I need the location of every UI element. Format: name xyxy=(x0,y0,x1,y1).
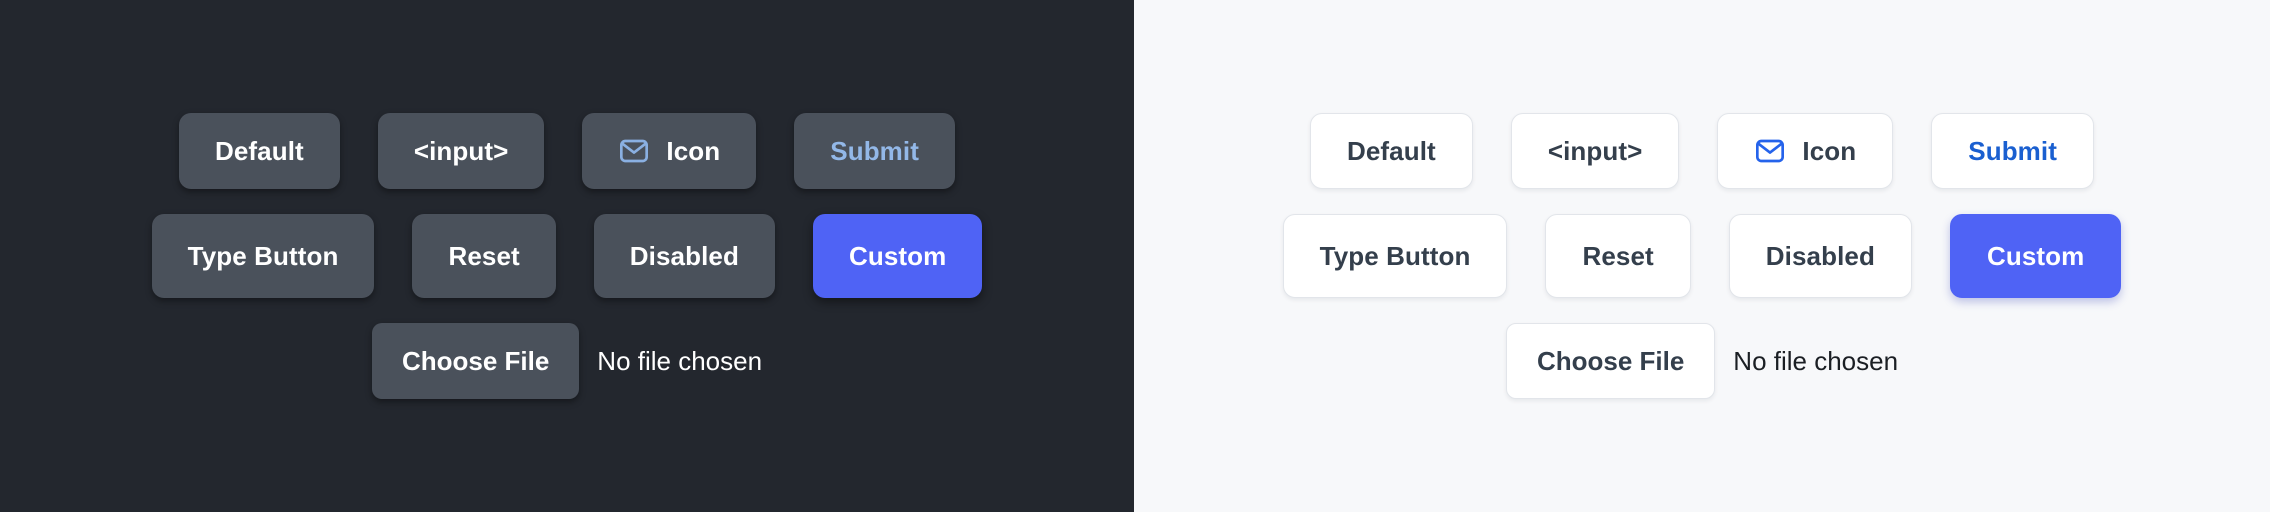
type-button-label: Type Button xyxy=(1319,241,1471,271)
choose-file-button[interactable]: Choose File xyxy=(371,323,580,399)
default-button-label: Default xyxy=(214,136,304,166)
input-button[interactable]: <input> xyxy=(1510,113,1680,189)
default-button-label: Default xyxy=(1346,136,1436,166)
dark-button-row-2: Type Button Reset Disabled Custom xyxy=(151,214,983,298)
reset-button-label: Reset xyxy=(448,241,520,271)
icon-button-label: Icon xyxy=(666,136,721,166)
dark-button-stack: Default <input> Icon Submit Type Button … xyxy=(0,0,1134,512)
dark-file-input-row: Choose File No file chosen xyxy=(371,323,763,399)
light-button-row-1: Default <input> Icon Submit xyxy=(1309,113,2094,189)
default-button[interactable]: Default xyxy=(178,113,340,189)
icon-button-label: Icon xyxy=(1802,136,1857,166)
light-button-stack: Default <input> Icon Submit Type Button … xyxy=(1134,0,2270,512)
disabled-button-label: Disabled xyxy=(629,241,739,271)
type-button-label: Type Button xyxy=(187,241,339,271)
input-button[interactable]: <input> xyxy=(377,113,545,189)
submit-button-label: Submit xyxy=(830,136,919,166)
input-button-label: <input> xyxy=(413,136,509,166)
submit-button-label: Submit xyxy=(1968,136,2057,166)
reset-button[interactable]: Reset xyxy=(412,214,556,298)
choose-file-button-label: Choose File xyxy=(401,346,550,376)
custom-button-label: Custom xyxy=(1986,241,2085,271)
reset-button[interactable]: Reset xyxy=(1545,214,1691,298)
input-button-label: <input> xyxy=(1547,136,1643,166)
envelope-icon xyxy=(618,135,650,167)
reset-button-label: Reset xyxy=(1582,241,1654,271)
file-input[interactable]: Choose File No file chosen xyxy=(1505,323,1899,399)
icon-button[interactable]: Icon xyxy=(582,113,757,189)
submit-button[interactable]: Submit xyxy=(1931,113,2094,189)
custom-button-label: Custom xyxy=(848,241,947,271)
custom-button[interactable]: Custom xyxy=(1949,214,2122,298)
disabled-button-label: Disabled xyxy=(1765,241,1875,271)
file-status-text: No file chosen xyxy=(1733,346,1899,376)
light-file-input-row: Choose File No file chosen xyxy=(1505,323,1899,399)
disabled-button[interactable]: Disabled xyxy=(1728,214,1912,298)
dark-theme-panel: Default <input> Icon Submit Type Button … xyxy=(0,0,1134,512)
custom-button[interactable]: Custom xyxy=(812,214,983,298)
light-theme-panel: Default <input> Icon Submit Type Button … xyxy=(1134,0,2270,512)
light-button-row-2: Type Button Reset Disabled Custom xyxy=(1282,214,2122,298)
file-status-text: No file chosen xyxy=(597,346,763,376)
icon-button[interactable]: Icon xyxy=(1717,113,1894,189)
submit-button[interactable]: Submit xyxy=(794,113,955,189)
dark-button-row-1: Default <input> Icon Submit xyxy=(178,113,955,189)
type-button[interactable]: Type Button xyxy=(1282,214,1508,298)
default-button[interactable]: Default xyxy=(1309,113,1473,189)
file-input[interactable]: Choose File No file chosen xyxy=(371,323,763,399)
type-button[interactable]: Type Button xyxy=(151,214,375,298)
choose-file-button[interactable]: Choose File xyxy=(1505,323,1716,399)
disabled-button[interactable]: Disabled xyxy=(593,214,775,298)
envelope-icon xyxy=(1754,135,1786,167)
choose-file-button-label: Choose File xyxy=(1536,346,1685,376)
